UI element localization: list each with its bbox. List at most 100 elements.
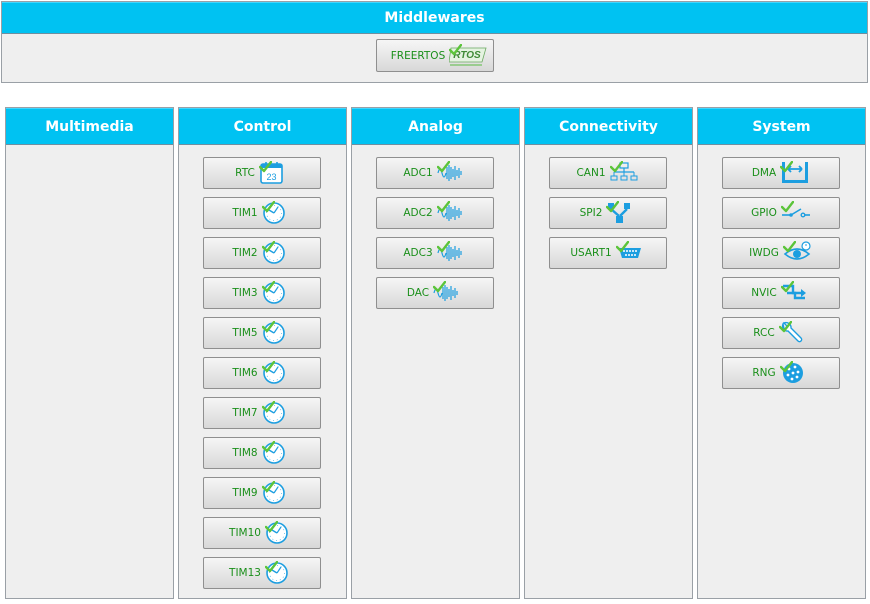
peripheral-button-tim7[interactable]: TIM7 (203, 397, 321, 429)
peripheral-label: SPI2 (579, 207, 603, 219)
svg-text:23: 23 (266, 172, 276, 182)
category-title: Analog (408, 118, 463, 135)
spi-bus-icon (606, 201, 636, 225)
peripheral-label: TIM1 (232, 207, 258, 219)
check-icon (261, 241, 275, 253)
peripheral-label: TIM3 (232, 287, 258, 299)
category-title: Control (233, 118, 292, 135)
peripheral-button-rcc[interactable]: RCC (722, 317, 840, 349)
peripheral-label: CAN1 (576, 167, 606, 179)
waveform-icon (436, 241, 467, 265)
serial-port-icon (615, 241, 646, 265)
category-title: System (752, 118, 811, 135)
clock-icon (261, 361, 292, 385)
check-icon (264, 521, 278, 533)
check-icon (261, 401, 275, 413)
check-icon (261, 281, 275, 293)
clock-icon (261, 201, 292, 225)
network-icon (609, 161, 640, 185)
category-panel-analog: Analog ADC1 ADC2 ADC3 DAC (351, 107, 520, 599)
waveform-icon (436, 201, 467, 225)
check-icon (449, 43, 463, 55)
peripheral-label: RCC (753, 327, 775, 339)
peripheral-button-adc1[interactable]: ADC1 (376, 157, 494, 189)
peripheral-button-iwdg[interactable]: IWDG (722, 237, 840, 269)
check-icon (436, 161, 450, 173)
peripheral-label: RNG (752, 367, 776, 379)
peripheral-label: TIM10 (229, 527, 261, 539)
check-icon (780, 201, 794, 213)
peripheral-label: ADC2 (403, 207, 433, 219)
waveform-icon (433, 281, 463, 305)
category-header: Control (179, 108, 346, 145)
clock-icon (261, 441, 292, 465)
clock-icon (261, 481, 292, 505)
peripheral-label: TIM2 (232, 247, 258, 259)
check-icon (615, 241, 629, 253)
peripheral-button-can1[interactable]: CAN1 (549, 157, 667, 189)
peripheral-label: TIM5 (232, 327, 258, 339)
peripheral-button-dac[interactable]: DAC (376, 277, 494, 309)
peripheral-button-tim6[interactable]: TIM6 (203, 357, 321, 389)
clock-icon (264, 561, 295, 585)
peripheral-label: TIM9 (232, 487, 258, 499)
check-icon (606, 201, 620, 213)
category-header: System (698, 108, 865, 145)
category-title: Connectivity (559, 118, 658, 135)
category-panel-system: System DMA GPIO IWDG NVIC RCC RNG (697, 107, 866, 599)
peripheral-button-tim3[interactable]: TIM3 (203, 277, 321, 309)
peripheral-label: TIM6 (232, 367, 258, 379)
peripheral-button-tim10[interactable]: TIM10 (203, 517, 321, 549)
check-icon (261, 321, 275, 333)
peripheral-label: DMA (751, 167, 777, 179)
check-icon (780, 281, 794, 293)
category-panel-connectivity: Connectivity CAN1 SPI2 USART1 (524, 107, 693, 599)
eye-icon (782, 241, 813, 265)
interrupt-icon (780, 281, 811, 305)
peripheral-label: RTC (235, 167, 255, 179)
peripheral-button-spi2[interactable]: SPI2 (549, 197, 667, 229)
peripheral-button-gpio[interactable]: GPIO (722, 197, 840, 229)
category-title: Multimedia (45, 118, 134, 135)
category-panel-control: Control RTC 23 TIM1 TIM2 TIM3 TIM5 TIM6 TIM7 TIM8… (178, 107, 347, 599)
dice-icon (779, 361, 810, 385)
check-icon (780, 161, 794, 173)
peripheral-button-adc2[interactable]: ADC2 (376, 197, 494, 229)
peripheral-button-tim13[interactable]: TIM13 (203, 557, 321, 589)
peripheral-button-tim5[interactable]: TIM5 (203, 317, 321, 349)
wrench-icon (778, 321, 809, 345)
peripheral-label: ADC3 (403, 247, 433, 259)
check-icon (433, 281, 447, 293)
peripheral-button-rng[interactable]: RNG (722, 357, 840, 389)
peripheral-button-tim9[interactable]: TIM9 (203, 477, 321, 509)
switch-icon (780, 201, 811, 225)
calendar-icon: 23 (258, 161, 289, 185)
check-icon (782, 241, 796, 253)
check-icon (778, 321, 792, 333)
rtos-logo-icon: RTOS (449, 43, 487, 68)
peripheral-button-usart1[interactable]: USART1 (549, 237, 667, 269)
category-header: Connectivity (525, 108, 692, 145)
check-icon (261, 441, 275, 453)
peripheral-button-nvic[interactable]: NVIC (722, 277, 840, 309)
peripheral-button-tim8[interactable]: TIM8 (203, 437, 321, 469)
check-icon (264, 561, 278, 573)
peripheral-label: DAC (406, 287, 430, 299)
category-panel-multimedia: Multimedia (5, 107, 174, 599)
peripheral-button-freertos[interactable]: FREERTOS RTOS (376, 39, 494, 72)
peripheral-button-adc3[interactable]: ADC3 (376, 237, 494, 269)
peripheral-button-rtc[interactable]: RTC 23 (203, 157, 321, 189)
peripheral-label: TIM13 (229, 567, 261, 579)
peripheral-label: TIM8 (232, 447, 258, 459)
check-icon (261, 481, 275, 493)
peripheral-button-dma[interactable]: DMA (722, 157, 840, 189)
peripheral-button-tim2[interactable]: TIM2 (203, 237, 321, 269)
dma-icon (780, 161, 810, 185)
category-header: Multimedia (6, 108, 173, 145)
peripheral-button-tim1[interactable]: TIM1 (203, 197, 321, 229)
check-icon (436, 241, 450, 253)
check-icon (779, 361, 793, 373)
clock-icon (261, 401, 292, 425)
check-icon (261, 201, 275, 213)
check-icon (261, 361, 275, 373)
